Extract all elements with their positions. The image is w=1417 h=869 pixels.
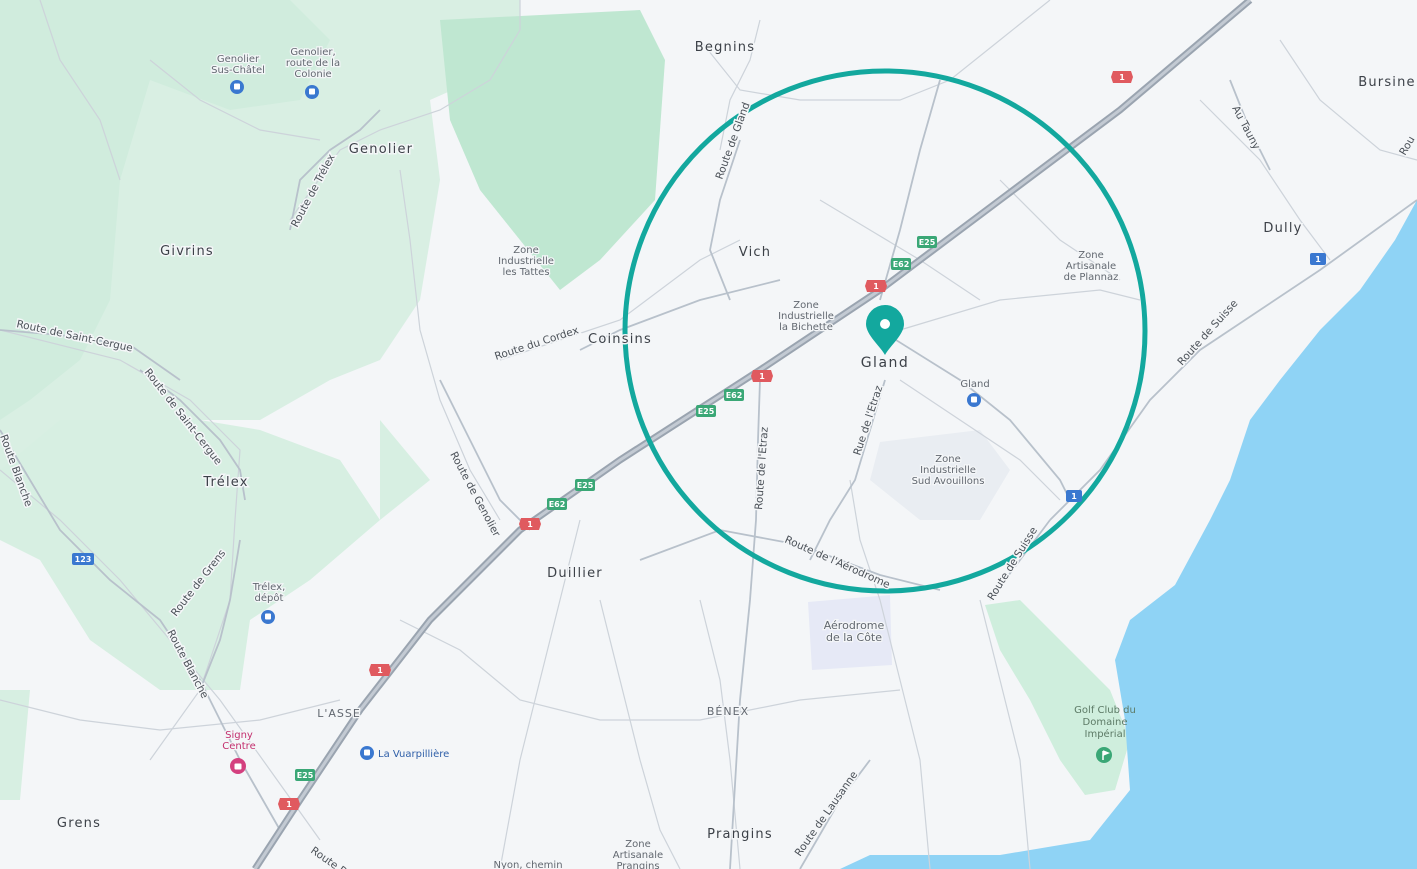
golf-flag-icon[interactable]: [1096, 747, 1112, 763]
place-lasse: L'ASSE: [317, 707, 361, 720]
shield-e62: E62: [891, 258, 911, 270]
shield-e62: E62: [547, 498, 567, 510]
map-layer[interactable]: 1 1 1 1 1 1 E25 E62 E62 E25 E25 E62 E25 …: [0, 0, 1417, 869]
stop-genolier-sus-chatel: Genolier Sus-Châtel: [211, 54, 265, 76]
place-begnins: Begnins: [695, 40, 755, 55]
svg-text:1: 1: [1071, 492, 1077, 501]
shield-e25: E25: [295, 769, 315, 781]
svg-text:E25: E25: [297, 771, 314, 780]
poi-nyon-chemin: Nyon, chemin: [493, 860, 562, 869]
place-prangins: Prangins: [707, 827, 773, 842]
map-canvas[interactable]: 1 1 1 1 1 1 E25 E62 E62 E25 E25 E62 E25 …: [0, 0, 1417, 869]
shield-a1: 1: [865, 280, 887, 292]
stop-trelex-depot: Trélex, dépôt: [252, 581, 286, 604]
svg-text:E25: E25: [577, 481, 594, 490]
place-duillier: Duillier: [547, 566, 603, 581]
svg-text:E62: E62: [726, 391, 743, 400]
svg-text:1: 1: [1119, 73, 1125, 82]
svg-text:1: 1: [1315, 255, 1321, 264]
shield-a1: 1: [369, 664, 391, 676]
shield-e62: E62: [724, 389, 744, 401]
place-bursine: Bursine: [1358, 75, 1416, 90]
svg-text:1: 1: [873, 282, 879, 291]
shield-e25: E25: [575, 479, 595, 491]
poi-signy-centre: Signy Centre: [222, 730, 255, 752]
svg-text:1: 1: [286, 800, 292, 809]
shield-a1: 1: [751, 370, 773, 382]
stop-la-vuarpilliere: La Vuarpillière: [378, 748, 449, 760]
svg-text:1: 1: [377, 666, 383, 675]
shield-e25: E25: [917, 236, 937, 248]
shield-a1: 1: [278, 798, 300, 810]
shield-route-1: 1: [1310, 253, 1326, 265]
shield-a1: 1: [1111, 71, 1133, 83]
poi-aerodrome: Aérodrome de la Côte: [824, 619, 885, 644]
svg-text:E62: E62: [893, 260, 910, 269]
place-givrins: Givrins: [160, 244, 214, 259]
svg-text:E62: E62: [549, 500, 566, 509]
shield-route-123: 123: [72, 553, 94, 565]
shield-a1: 1: [519, 518, 541, 530]
place-benex: BÉNEX: [707, 705, 749, 718]
svg-text:123: 123: [75, 555, 92, 564]
place-coinsins: Coinsins: [588, 332, 652, 347]
bus-stop-icon[interactable]: [305, 85, 319, 99]
bus-stop-icon[interactable]: [967, 393, 981, 407]
shield-route-1: 1: [1066, 490, 1082, 502]
place-genolier: Genolier: [349, 142, 413, 157]
stop-gland: Gland: [960, 379, 989, 390]
svg-text:1: 1: [527, 520, 533, 529]
place-gland: Gland: [861, 355, 910, 371]
place-dully: Dully: [1263, 221, 1302, 236]
bus-stop-icon[interactable]: [261, 610, 275, 624]
svg-text:E25: E25: [698, 407, 715, 416]
bus-stop-icon[interactable]: [360, 746, 374, 760]
place-trelex: Trélex: [202, 475, 248, 490]
shopping-bag-icon[interactable]: [230, 758, 246, 774]
svg-text:1: 1: [759, 372, 765, 381]
bus-stop-icon[interactable]: [230, 80, 244, 94]
shield-e25: E25: [696, 405, 716, 417]
place-vich: Vich: [739, 245, 771, 260]
place-grens: Grens: [57, 816, 101, 831]
svg-text:E25: E25: [919, 238, 936, 247]
